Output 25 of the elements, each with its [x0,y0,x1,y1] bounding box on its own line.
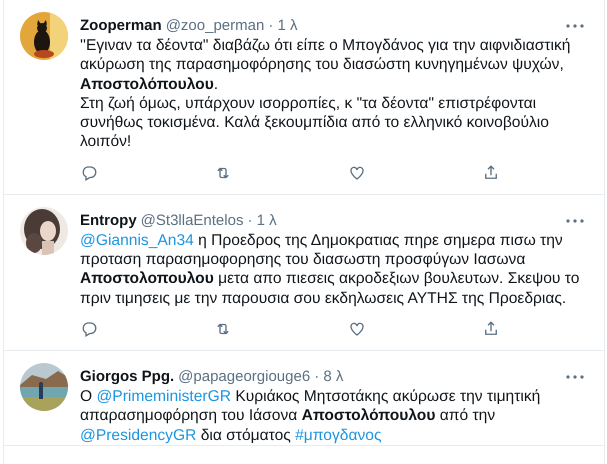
reply-icon[interactable] [80,320,98,338]
user-name[interactable]: Giorgos Ppg. [80,366,174,387]
share-icon[interactable] [482,320,500,338]
tweet-text: @Giannis_An34 η Προεδρος της Δημοκρατιας πηρε σημερα πισω την προταση παρασημοφορησης του διασωστη προσφύγων Ιασωνα Αποστολοπουλου μετα απο πιεσεις ακροδεξιων βουλευτων. Σκεψου το πριν τιμησεις με την παρουσια σου εκδηλωσεις ΑΥΤΗΣ της Προεδριας. [80,230,580,308]
reply-icon[interactable] [80,164,98,182]
user-handle[interactable]: @papageorgiouge6 [178,366,310,387]
user-name[interactable]: Entropy [80,210,137,231]
mention-link[interactable]: @PresidencyGR [80,426,196,444]
more-icon[interactable] [566,374,584,379]
timestamp[interactable]: · 1 λ [268,16,298,36]
timestamp[interactable]: · 1 λ [247,210,277,231]
timestamp[interactable]: · 8 λ [314,366,344,387]
hashtag-link[interactable]: #μπογδανος [295,426,382,444]
user-handle[interactable]: @zoo_perman [166,16,264,36]
tweet-text: Ο @PrimeministerGR Κυριάκος Μητσοτάκης ακύρωσε την τιμητική απαρασημοφόρηση του Ιάσονα Αποστολόπουλου από την @PresidencyGR δια στόματος #μπογδανος [80,386,542,445]
more-icon[interactable] [566,24,584,28]
tweet-text: ''Εγιναν τα δέοντα" διαβάζω ότι είπε ο Μπογδάνος για την αιφνιδιαστική ακύρωση της παρασημοφόρησης του διασώστη κυνηγημένων ψυχών, Αποστολόπουλου. Στη ζωή όμως, υπάρχουν ισορροπίες, κ "τα δέοντα" επιστρέφονται συνήθως τοκισμένα. Καλά ξεκουμπίδια από το ελληνικό κοινοβούλιο λοιπόν! [80,36,572,152]
share-icon[interactable] [482,164,500,182]
user-name[interactable]: Zooperman [80,16,162,36]
mention-link[interactable]: @Giannis_An34 [80,232,194,249]
mention-link[interactable]: @PrimeministerGR [96,388,231,405]
user-handle[interactable]: @St3llaEntelos [140,210,244,231]
heart-icon[interactable] [348,320,366,338]
more-icon[interactable] [566,218,584,223]
heart-icon[interactable] [348,164,366,182]
